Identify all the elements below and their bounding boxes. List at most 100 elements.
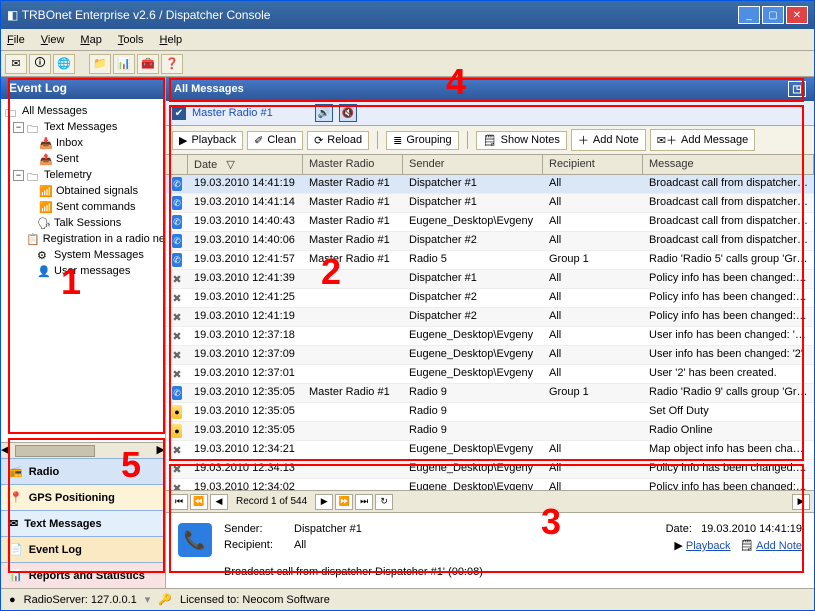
col-master[interactable]: Master Radio — [303, 155, 403, 174]
minimize-button[interactable]: _ — [738, 6, 760, 24]
add-note-button[interactable]: ＋ Add Note — [571, 129, 646, 151]
menu-view[interactable]: View — [41, 34, 65, 46]
close-button[interactable]: ✕ — [786, 6, 808, 24]
header-toggle-button[interactable]: ◳ — [788, 81, 806, 97]
label: Clean — [267, 134, 296, 146]
grid-rows[interactable]: ✆19.03.2010 14:41:19Master Radio #1Dispa… — [166, 175, 814, 490]
row-icon: ✆ — [166, 213, 188, 231]
tree-inbox[interactable]: 📥Inbox — [1, 135, 165, 151]
label: System Messages — [54, 249, 144, 261]
table-row[interactable]: ✆19.03.2010 14:41:14Master Radio #1Dispa… — [166, 194, 814, 213]
maximize-button[interactable]: ▢ — [762, 6, 784, 24]
table-row[interactable]: ✖19.03.2010 12:41:39Dispatcher #1AllPoli… — [166, 270, 814, 289]
tree-talk[interactable]: 🗣Talk Sessions — [1, 215, 165, 231]
nav-reports[interactable]: 📊Reports and Statistics — [1, 562, 165, 588]
cell-sender: Eugene_Desktop\Evgeny — [403, 213, 543, 231]
label: User messages — [54, 265, 130, 277]
tree-registration[interactable]: 📋Registration in a radio netw — [1, 231, 165, 247]
col-message[interactable]: Message — [643, 155, 814, 174]
table-row[interactable]: ✖19.03.2010 12:34:21Eugene_Desktop\Evgen… — [166, 441, 814, 460]
table-row[interactable]: ✖19.03.2010 12:41:19Dispatcher #2AllPoli… — [166, 308, 814, 327]
table-row[interactable]: ✖19.03.2010 12:37:09Eugene_Desktop\Evgen… — [166, 346, 814, 365]
radio-name[interactable]: Master Radio #1 — [192, 107, 273, 119]
tree-telemetry[interactable]: −🗀Telemetry — [1, 167, 165, 183]
detail-add-note-link[interactable]: Add Note — [756, 540, 802, 552]
table-row[interactable]: ✆19.03.2010 14:40:43Master Radio #1Eugen… — [166, 213, 814, 232]
menu-map[interactable]: Map — [80, 34, 101, 46]
cell-date: 19.03.2010 14:41:14 — [188, 194, 303, 212]
col-recipient[interactable]: Recipient — [543, 155, 643, 174]
tool-4[interactable]: 📁 — [89, 54, 111, 74]
nav-gps[interactable]: 📍GPS Positioning — [1, 484, 165, 510]
row-icon: ✖ — [166, 441, 188, 459]
menu-help[interactable]: Help — [160, 34, 183, 46]
radio-check[interactable]: ✔ — [172, 106, 186, 120]
tree-sent[interactable]: 📤Sent — [1, 151, 165, 167]
cell-recipient: All — [543, 289, 643, 307]
nav-refresh[interactable]: ↻ — [375, 494, 393, 510]
col-sender[interactable]: Sender — [403, 155, 543, 174]
table-row[interactable]: ✆19.03.2010 12:41:57Master Radio #1Radio… — [166, 251, 814, 270]
menu-file[interactable]: File — [7, 34, 25, 46]
table-row[interactable]: ✆19.03.2010 14:41:19Master Radio #1Dispa… — [166, 175, 814, 194]
row-icon: ✖ — [166, 346, 188, 364]
cell-message: Radio 'Radio 5' calls group 'Group 1' (0… — [643, 251, 814, 269]
detail-body: Broadcast call from dispatcher Dispatche… — [224, 566, 802, 578]
tree-hscroll[interactable]: ◀▶ — [1, 442, 165, 458]
clean-button[interactable]: ✐ Clean — [247, 131, 303, 150]
sender-value: Dispatcher #1 — [294, 523, 362, 537]
grouping-button[interactable]: ≣ Grouping — [386, 131, 458, 150]
tree-sent-cmds[interactable]: 📶Sent commands — [1, 199, 165, 215]
show-notes-button[interactable]: 🗒 Show Notes — [476, 131, 567, 150]
grid-header: Date ▽ Master Radio Sender Recipient Mes… — [166, 155, 814, 175]
table-row[interactable]: ●19.03.2010 12:35:05Radio 9Set Off Duty — [166, 403, 814, 422]
cell-date: 19.03.2010 12:37:18 — [188, 327, 303, 345]
event-log-header: Event Log — [1, 77, 165, 99]
nav-radio[interactable]: 📻Radio — [1, 458, 165, 484]
table-row[interactable]: ✖19.03.2010 12:37:18Eugene_Desktop\Evgen… — [166, 327, 814, 346]
menu-tools[interactable]: Tools — [118, 34, 144, 46]
table-row[interactable]: ✖19.03.2010 12:37:01Eugene_Desktop\Evgen… — [166, 365, 814, 384]
sound-mute-button[interactable]: 🔇 — [339, 104, 357, 122]
tool-6[interactable]: 🧰 — [137, 54, 159, 74]
cell-recipient: All — [543, 213, 643, 231]
event-tree[interactable]: 🗀All Messages −🗀Text Messages 📥Inbox 📤Se… — [1, 99, 165, 442]
table-row[interactable]: ✆19.03.2010 12:35:05Master Radio #1Radio… — [166, 384, 814, 403]
tree-user-msgs[interactable]: 👤User messages — [1, 263, 165, 279]
tool-3[interactable]: 🌐 — [53, 54, 75, 74]
tool-2[interactable]: 🛈 — [29, 54, 51, 74]
row-icon: ✆ — [166, 175, 188, 193]
tree-all-messages[interactable]: 🗀All Messages — [1, 103, 165, 119]
table-row[interactable]: ✖19.03.2010 12:34:13Eugene_Desktop\Evgen… — [166, 460, 814, 479]
tree-obtained[interactable]: 📶Obtained signals — [1, 183, 165, 199]
nav-prevpage[interactable]: ⏪ — [190, 494, 208, 510]
nav-prev[interactable]: ◀ — [210, 494, 228, 510]
tool-1[interactable]: ✉ — [5, 54, 27, 74]
table-row[interactable]: ✖19.03.2010 12:41:25Dispatcher #2AllPoli… — [166, 289, 814, 308]
nav-last[interactable]: ⏭ — [355, 494, 373, 510]
nav-nextpage[interactable]: ⏩ — [335, 494, 353, 510]
playback-button[interactable]: ▶ Playback — [172, 131, 243, 150]
tree-text-messages[interactable]: −🗀Text Messages — [1, 119, 165, 135]
nav-text[interactable]: ✉Text Messages — [1, 510, 165, 536]
table-row[interactable]: ✖19.03.2010 12:34:02Eugene_Desktop\Evgen… — [166, 479, 814, 490]
cell-date: 19.03.2010 12:41:25 — [188, 289, 303, 307]
nav-scroll-right[interactable]: ▶ — [792, 494, 810, 510]
add-message-button[interactable]: ✉＋ Add Message — [650, 129, 755, 151]
table-row[interactable]: ●19.03.2010 12:35:05Radio 9Radio Online — [166, 422, 814, 441]
label: Reload — [327, 134, 362, 146]
cell-recipient: All — [543, 479, 643, 490]
nav-event[interactable]: 📄Event Log — [1, 536, 165, 562]
tool-7[interactable]: ❓ — [161, 54, 183, 74]
tool-5[interactable]: 📊 — [113, 54, 135, 74]
action-bar: ▶ Playback ✐ Clean ⟳ Reload ≣ Grouping 🗒… — [166, 125, 814, 155]
col-date[interactable]: Date ▽ — [188, 155, 303, 174]
table-row[interactable]: ✆19.03.2010 14:40:06Master Radio #1Dispa… — [166, 232, 814, 251]
tree-system[interactable]: ⚙System Messages — [1, 247, 165, 263]
reload-button[interactable]: ⟳ Reload — [307, 131, 369, 150]
nav-next[interactable]: ▶ — [315, 494, 333, 510]
sound-on-button[interactable]: 🔊 — [315, 104, 333, 122]
nav-first[interactable]: ⏮ — [170, 494, 188, 510]
label: Obtained signals — [56, 185, 138, 197]
detail-playback-link[interactable]: Playback — [686, 540, 731, 552]
